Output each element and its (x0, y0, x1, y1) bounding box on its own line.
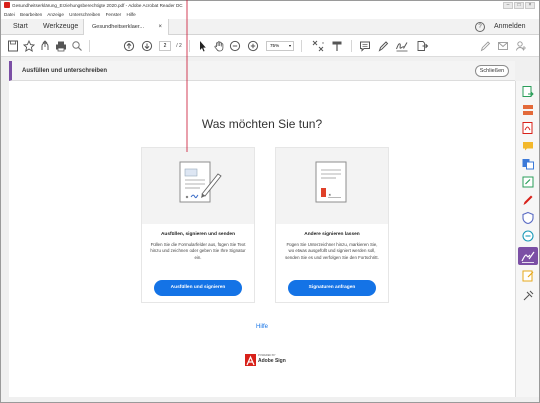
export-pdf-icon[interactable] (521, 85, 535, 99)
pen-edit-icon[interactable] (479, 39, 491, 53)
card-description: Fügen Sie Unterzeichner hinzu, markieren… (285, 242, 379, 260)
toolbar-separator (351, 40, 352, 52)
toolbar-separator (89, 40, 90, 52)
request-sign-illustration (315, 161, 347, 203)
share-icon[interactable] (39, 39, 51, 53)
create-pdf-icon[interactable] (521, 121, 535, 135)
close-window-button[interactable]: × (525, 2, 535, 9)
adobe-sign-label: Adobe Sign (258, 358, 286, 364)
page-count: / 2 (176, 43, 182, 49)
protect-icon[interactable] (521, 211, 535, 225)
fill-and-sign-tool-active[interactable] (518, 247, 538, 265)
edit-pdf-icon[interactable] (521, 175, 535, 189)
window-title: Gesundheitserklärung_Erziehungsberechtig… (12, 3, 183, 8)
zoom-level-select[interactable]: 75% ▾ (266, 41, 294, 51)
toolbar-separator (189, 40, 190, 52)
main-toolbar: 2 / 2 75% ▾ (1, 35, 539, 57)
acrobat-window: Gesundheitserklärung_Erziehungsberechtig… (0, 0, 540, 403)
select-cursor-icon[interactable] (197, 39, 207, 53)
menu-bar: Datei Bearbeiten Anzeige Unterschreiben … (1, 10, 539, 19)
fill-and-sign-button[interactable]: Ausfüllen und signieren (154, 280, 242, 296)
save-icon[interactable] (7, 39, 19, 53)
acrobat-app-icon (4, 2, 10, 8)
card-illustration (142, 148, 254, 224)
card-title: Andere signieren lassen (304, 232, 360, 237)
zoom-value: 75% (270, 43, 280, 48)
menu-edit[interactable]: Bearbeiten (20, 12, 42, 17)
fill-form-illustration (179, 161, 222, 203)
toolbar-separator (301, 40, 302, 52)
tool-panel-title: Ausfüllen und unterschreiben (22, 68, 108, 74)
card-description: Füllen Sie die Formularfelder aus, fügen… (150, 242, 246, 260)
zoom-out-icon[interactable] (229, 39, 241, 53)
menu-file[interactable]: Datei (4, 12, 15, 17)
title-bar: Gesundheitserklärung_Erziehungsberechtig… (1, 1, 539, 10)
fill-sign-pen-icon[interactable] (521, 193, 535, 207)
mail-icon[interactable] (497, 39, 509, 53)
menu-view[interactable]: Anzeige (47, 12, 64, 17)
adobe-sign-logo: POWERED BY Adobe Sign (245, 353, 286, 367)
chevron-down-icon: ▾ (288, 43, 291, 48)
tab-close-icon[interactable]: × (158, 19, 162, 35)
fill-and-sign-card[interactable]: Ausfüllen, signieren und senden Füllen S… (141, 147, 255, 303)
sign-icon[interactable] (395, 39, 409, 53)
page-number-input[interactable]: 2 (159, 41, 171, 51)
tab-document[interactable]: Gesundheitserklaer... × (83, 19, 169, 35)
sign-in-link[interactable]: Anmelden (494, 19, 526, 35)
card-title: Ausfüllen, signieren und senden (160, 232, 236, 237)
comment-tool-icon[interactable] (521, 139, 535, 153)
close-tool-button[interactable]: Schließen (475, 65, 509, 77)
help-link[interactable]: Hilfe (9, 324, 515, 330)
menu-window[interactable]: Fenster (106, 12, 122, 17)
adobe-sign-mark-icon (245, 354, 256, 366)
more-tools-icon[interactable] (521, 289, 535, 303)
zoom-in-icon[interactable] (247, 39, 259, 53)
tab-bar: Start Werkzeuge Gesundheitserklaer... × … (1, 19, 539, 35)
bookmark-star-icon[interactable] (23, 39, 35, 53)
organize-pages-icon[interactable] (521, 103, 535, 117)
hand-tool-icon[interactable] (213, 39, 225, 53)
combine-files-icon[interactable] (521, 157, 535, 171)
share-user-icon[interactable] (515, 39, 527, 53)
print-icon[interactable] (55, 39, 67, 53)
request-signatures-button[interactable]: Signaturen anfragen (288, 280, 376, 296)
powered-by-label: POWERED BY (258, 354, 276, 357)
search-icon[interactable] (71, 39, 83, 53)
maximize-button[interactable]: □ (514, 2, 524, 9)
signature-pen-icon (521, 251, 535, 263)
card-illustration (276, 148, 388, 224)
adobe-a-icon (246, 355, 255, 366)
prepare-form-icon[interactable] (521, 269, 535, 283)
scroll-mode-icon[interactable] (331, 39, 343, 53)
tab-start[interactable]: Start (13, 19, 28, 35)
menu-help[interactable]: Hilfe (126, 12, 135, 17)
request-signatures-card[interactable]: Andere signieren lassen Fügen Sie Unterz… (275, 147, 389, 303)
tab-document-label: Gesundheitserklaer... (92, 24, 144, 30)
menu-sign[interactable]: Unterschreiben (69, 12, 100, 17)
minimize-button[interactable]: – (503, 2, 513, 9)
send-for-signature-icon[interactable] (415, 39, 429, 53)
document-area: Was möchten Sie tun? Ausfüllen, signiere… (9, 81, 515, 397)
page-fit-icon[interactable] (311, 39, 325, 53)
fill-and-sign-toolbar: Ausfüllen und unterschreiben Schließen (9, 61, 515, 81)
comment-icon[interactable] (359, 39, 371, 53)
next-page-icon[interactable] (141, 39, 153, 53)
help-icon[interactable]: ? (475, 22, 485, 32)
tab-tools[interactable]: Werkzeuge (43, 19, 78, 35)
window-controls: – □ × (503, 2, 535, 9)
send-for-review-icon[interactable] (521, 229, 535, 243)
right-tools-pane (515, 81, 539, 397)
previous-page-icon[interactable] (123, 39, 135, 53)
page-title: Was möchten Sie tun? (201, 117, 323, 131)
highlight-pen-icon[interactable] (377, 39, 389, 53)
